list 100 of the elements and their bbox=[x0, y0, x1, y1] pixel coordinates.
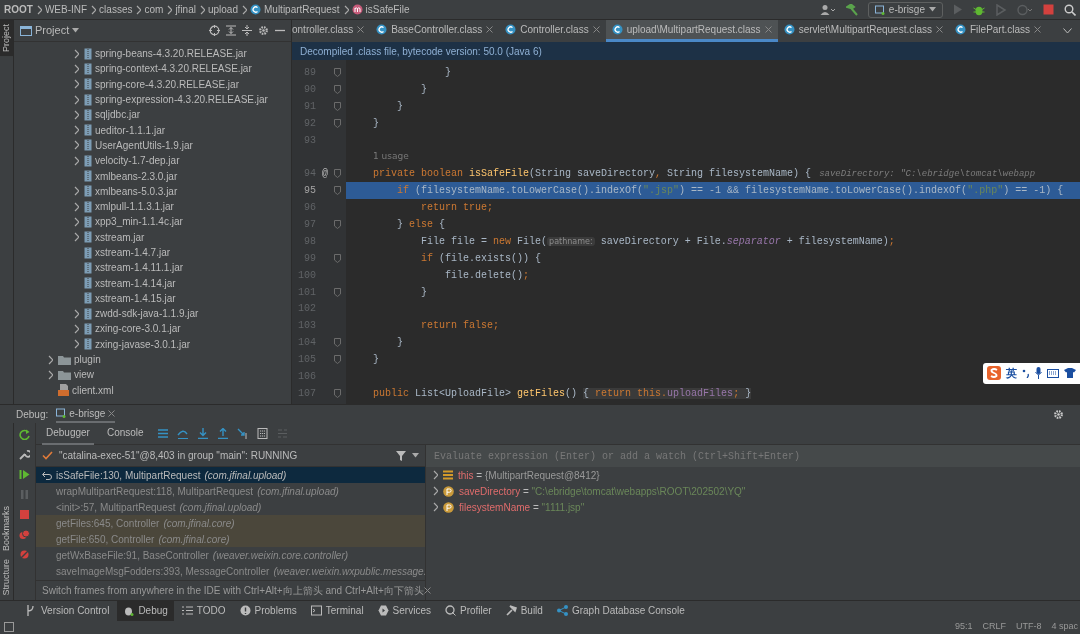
tree-item[interactable]: ueditor-1.1.1.jar bbox=[84, 122, 166, 138]
tree-item[interactable]: xmlpull-1.1.3.1.jar bbox=[84, 199, 174, 215]
breadcrumb[interactable]: jfinal bbox=[175, 2, 196, 17]
fold-marker-icon[interactable] bbox=[334, 67, 341, 77]
tree-item[interactable]: xpp3_min-1.1.4c.jar bbox=[84, 214, 183, 230]
tree-item[interactable]: spring-core-4.3.20.RELEASE.jar bbox=[84, 76, 239, 92]
minimize-icon[interactable] bbox=[275, 29, 285, 32]
fold-marker-icon[interactable] bbox=[334, 186, 341, 196]
tree-item[interactable]: xstream-1.4.11.1.jar bbox=[84, 260, 184, 276]
close-icon[interactable] bbox=[1034, 26, 1042, 33]
tree-item[interactable]: xstream-1.4.7.jar bbox=[84, 245, 171, 260]
mute-breakpoints-icon[interactable] bbox=[19, 549, 30, 560]
variable-entry[interactable]: filesystemName = "1111.jsp" bbox=[443, 499, 585, 515]
tree-item[interactable]: UserAgentUtils-1.9.jar bbox=[84, 137, 193, 153]
run-to-cursor-icon[interactable] bbox=[236, 428, 248, 439]
close-icon[interactable] bbox=[108, 409, 116, 417]
tool-window-tab[interactable]: Bookmarks bbox=[0, 502, 14, 556]
debug-tab[interactable]: Console bbox=[102, 422, 148, 445]
tree-item[interactable]: xstream.jar bbox=[84, 229, 145, 245]
tool-window-button[interactable]: Profiler bbox=[438, 600, 498, 621]
fold-marker-icon[interactable] bbox=[334, 388, 341, 398]
panel-title-dropdown[interactable]: Project bbox=[20, 22, 80, 39]
settings-icon[interactable] bbox=[1053, 408, 1064, 420]
tree-item[interactable]: xstream-1.4.14.jar bbox=[84, 275, 176, 291]
editor-tab[interactable]: FilePart.class bbox=[949, 20, 1048, 42]
variable-entry[interactable]: saveDirectory = "C:\ebridge\tomcat\webapps\ROOT\202502\YQ" bbox=[443, 483, 746, 499]
editor-tab[interactable]: ontroller.class bbox=[292, 20, 371, 42]
tree-item[interactable]: zxing-core-3.0.1.jar bbox=[84, 321, 181, 337]
step-over-icon[interactable] bbox=[176, 428, 188, 439]
tree-item[interactable]: client.xml bbox=[58, 382, 114, 398]
breadcrumb[interactable]: MultipartRequest bbox=[250, 2, 340, 17]
expand-all-icon[interactable] bbox=[226, 25, 236, 36]
tree-item[interactable]: velocity-1.7-dep.jar bbox=[84, 153, 180, 169]
breakpoints-icon[interactable] bbox=[19, 529, 30, 540]
filter-icon[interactable] bbox=[396, 450, 406, 461]
session-tab[interactable]: e-brisge bbox=[56, 405, 116, 423]
input-method-toolbar[interactable]: 英 bbox=[983, 363, 1080, 384]
stack-frame[interactable]: getWxBaseFile:91, BaseController (weaver.weixin.core.controller) bbox=[36, 547, 425, 563]
tree-item[interactable]: spring-expression-4.3.20.RELEASE.jar bbox=[84, 92, 268, 108]
editor-tab[interactable]: Controller.class bbox=[499, 20, 606, 42]
editor-tab[interactable]: servlet\MultipartRequest.class bbox=[777, 20, 949, 42]
panel-toggle-icon[interactable] bbox=[4, 622, 14, 632]
close-icon[interactable] bbox=[357, 26, 365, 33]
tree-item[interactable]: xmlbeans-5.0.3.jar bbox=[84, 183, 178, 199]
tool-window-button[interactable]: Services bbox=[371, 600, 437, 621]
tool-window-button[interactable]: Debug bbox=[117, 600, 174, 621]
close-icon[interactable] bbox=[592, 26, 600, 33]
close-icon[interactable] bbox=[486, 26, 494, 33]
stop-icon[interactable] bbox=[19, 509, 30, 520]
stack-frame[interactable]: saveImageMsgFodders:393, MessageController (weaver.weixin.wxpublic.message. bbox=[36, 563, 425, 579]
fold-marker-icon[interactable] bbox=[334, 219, 341, 229]
fold-marker-icon[interactable] bbox=[334, 84, 341, 94]
tree-item[interactable]: spring-beans-4.3.20.RELEASE.jar bbox=[84, 46, 247, 62]
tree-item[interactable]: zxing-javase-3.0.1.jar bbox=[84, 336, 191, 352]
editor-tab[interactable]: BaseController.class bbox=[370, 20, 500, 42]
breadcrumb[interactable]: com bbox=[144, 2, 164, 17]
status-item[interactable]: 95:1 bbox=[954, 620, 973, 634]
debug-tab[interactable]: Debugger bbox=[42, 422, 94, 445]
tool-window-button[interactable]: TODO bbox=[175, 600, 232, 621]
breadcrumb[interactable]: ROOT bbox=[4, 2, 33, 17]
settings-icon[interactable] bbox=[258, 25, 269, 36]
step-into-icon[interactable] bbox=[196, 428, 208, 439]
tree-item[interactable]: plugin bbox=[58, 352, 101, 368]
status-item[interactable]: 4 spac bbox=[1051, 620, 1078, 634]
tool-window-tab[interactable]: Structure bbox=[0, 555, 14, 600]
stack-frame[interactable]: <init>:57, MultipartRequest (com.jfinal.upload) bbox=[36, 499, 425, 515]
step-out-icon[interactable] bbox=[216, 428, 228, 439]
breadcrumb[interactable]: classes bbox=[99, 2, 133, 17]
stop-icon[interactable] bbox=[1043, 4, 1054, 15]
tree-item[interactable]: xmlbeans-2.3.0.jar bbox=[84, 168, 178, 184]
editor-tab[interactable]: upload\MultipartRequest.class bbox=[605, 20, 778, 42]
fold-marker-icon[interactable] bbox=[334, 253, 341, 263]
fold-marker-icon[interactable] bbox=[334, 101, 341, 111]
stack-frame[interactable]: isSafeFile:130, MultipartRequest (com.jfinal.upload) bbox=[36, 467, 425, 483]
fold-marker-icon[interactable] bbox=[334, 338, 341, 348]
collapse-all-icon[interactable] bbox=[242, 25, 252, 36]
fold-marker-icon[interactable] bbox=[334, 287, 341, 297]
close-icon[interactable] bbox=[936, 26, 943, 33]
calculator-icon[interactable] bbox=[256, 428, 268, 439]
tool-window-button[interactable]: Problems bbox=[233, 600, 303, 621]
tool-window-button[interactable]: Graph Database Console bbox=[550, 600, 691, 621]
locate-icon[interactable] bbox=[209, 25, 220, 36]
rerun-icon[interactable] bbox=[19, 429, 30, 440]
caret-icon[interactable] bbox=[412, 453, 419, 458]
tree-item[interactable]: view bbox=[58, 367, 94, 383]
layout-icon[interactable] bbox=[156, 428, 168, 439]
breadcrumb[interactable]: WEB-INF bbox=[44, 2, 88, 17]
tool-window-button[interactable]: Version Control bbox=[20, 600, 116, 621]
tree-item[interactable]: zwdd-sdk-java-1.1.9.jar bbox=[84, 306, 199, 322]
thread-selector[interactable]: "catalina-exec-51"@8,403 in group "main": RUNNING bbox=[59, 448, 390, 463]
fold-marker-icon[interactable] bbox=[334, 355, 341, 365]
run-configuration-selector[interactable]: e-brisge bbox=[867, 1, 943, 18]
tab-list-icon[interactable] bbox=[1063, 28, 1072, 34]
search-icon[interactable] bbox=[1064, 3, 1076, 16]
status-item[interactable]: UTF-8 bbox=[1015, 620, 1042, 634]
tree-item[interactable]: spring-context-4.3.20.RELEASE.jar bbox=[84, 61, 252, 77]
tree-item[interactable]: sqljdbc.jar bbox=[84, 107, 141, 123]
tool-window-tab[interactable]: Project bbox=[0, 20, 14, 56]
close-icon[interactable] bbox=[423, 587, 431, 594]
tool-window-button[interactable]: Build bbox=[499, 600, 549, 621]
